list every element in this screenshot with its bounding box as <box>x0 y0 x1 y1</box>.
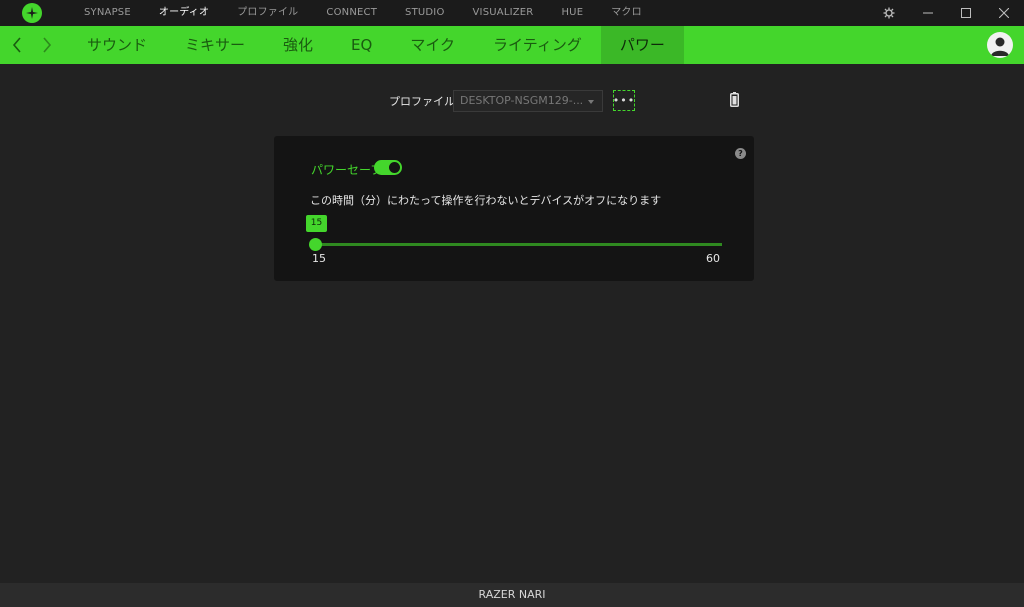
sub-tabs: サウンド ミキサー 強化 EQ マイク ライティング パワー <box>68 26 684 64</box>
tab-lighting[interactable]: ライティング <box>474 26 601 64</box>
device-name: RAZER NARI <box>478 588 546 601</box>
tab-enhancement[interactable]: 強化 <box>264 26 332 64</box>
toggle-knob <box>389 162 400 173</box>
profile-label: プロファイル <box>389 95 455 108</box>
close-button[interactable] <box>985 0 1023 26</box>
tab-mic[interactable]: マイク <box>391 26 474 64</box>
top-nav-connect[interactable]: CONNECT <box>312 0 391 26</box>
settings-button[interactable] <box>870 0 908 26</box>
slider-min-label: 15 <box>312 252 326 265</box>
power-save-slider-thumb[interactable] <box>308 238 322 251</box>
maximize-button[interactable] <box>947 0 985 26</box>
chevron-down-icon <box>588 100 594 104</box>
battery-button[interactable] <box>730 92 739 111</box>
maximize-icon <box>961 8 971 18</box>
profile-more-button[interactable]: ••• <box>613 90 635 111</box>
power-save-card: ? パワーセーブ この時間（分）にわたって操作を行わないとデバイスがオフになりま… <box>274 136 754 281</box>
battery-icon <box>730 92 739 107</box>
title-bar: SYNAPSE オーディオ プロファイル CONNECT STUDIO VISU… <box>0 0 1024 26</box>
sub-nav-bar: サウンド ミキサー 強化 EQ マイク ライティング パワー <box>0 26 1024 64</box>
top-nav-profiles[interactable]: プロファイル <box>223 0 312 26</box>
top-nav-synapse[interactable]: SYNAPSE <box>70 0 145 26</box>
chevron-left-icon <box>12 37 21 53</box>
power-save-label: パワーセーブ <box>311 163 383 177</box>
help-icon[interactable]: ? <box>735 148 746 159</box>
close-icon <box>999 8 1009 18</box>
minimize-button[interactable] <box>909 0 947 26</box>
settings-icon <box>883 7 895 19</box>
power-save-toggle[interactable] <box>374 160 402 175</box>
forward-button[interactable] <box>42 37 52 57</box>
tab-power[interactable]: パワー <box>600 26 684 64</box>
more-icon: ••• <box>612 94 636 107</box>
top-nav-visualizer[interactable]: VISUALIZER <box>459 0 548 26</box>
back-button[interactable] <box>12 37 22 57</box>
power-save-description: この時間（分）にわたって操作を行わないとデバイスがオフになります <box>310 194 662 207</box>
chevron-right-icon <box>43 37 52 53</box>
user-avatar[interactable] <box>987 32 1013 58</box>
user-icon <box>991 37 1009 56</box>
top-nav-hue[interactable]: HUE <box>547 0 597 26</box>
slider-max-label: 60 <box>706 252 720 265</box>
razer-logo-icon[interactable] <box>22 3 42 23</box>
power-save-slider-track[interactable] <box>315 243 722 246</box>
profile-dropdown[interactable]: DESKTOP-NSGM129-... <box>453 90 603 112</box>
top-nav: SYNAPSE オーディオ プロファイル CONNECT STUDIO VISU… <box>70 0 656 26</box>
tab-mixer[interactable]: ミキサー <box>166 26 264 64</box>
tab-sound[interactable]: サウンド <box>68 26 166 64</box>
minimize-icon <box>923 12 933 14</box>
top-nav-studio[interactable]: STUDIO <box>391 0 459 26</box>
top-nav-audio[interactable]: オーディオ <box>145 0 223 26</box>
slider-value-bubble: 15 <box>306 215 327 232</box>
profile-selected-value: DESKTOP-NSGM129-... <box>460 94 584 107</box>
tab-eq[interactable]: EQ <box>332 26 391 64</box>
top-nav-macro[interactable]: マクロ <box>597 0 656 26</box>
device-footer: RAZER NARI <box>0 583 1024 607</box>
